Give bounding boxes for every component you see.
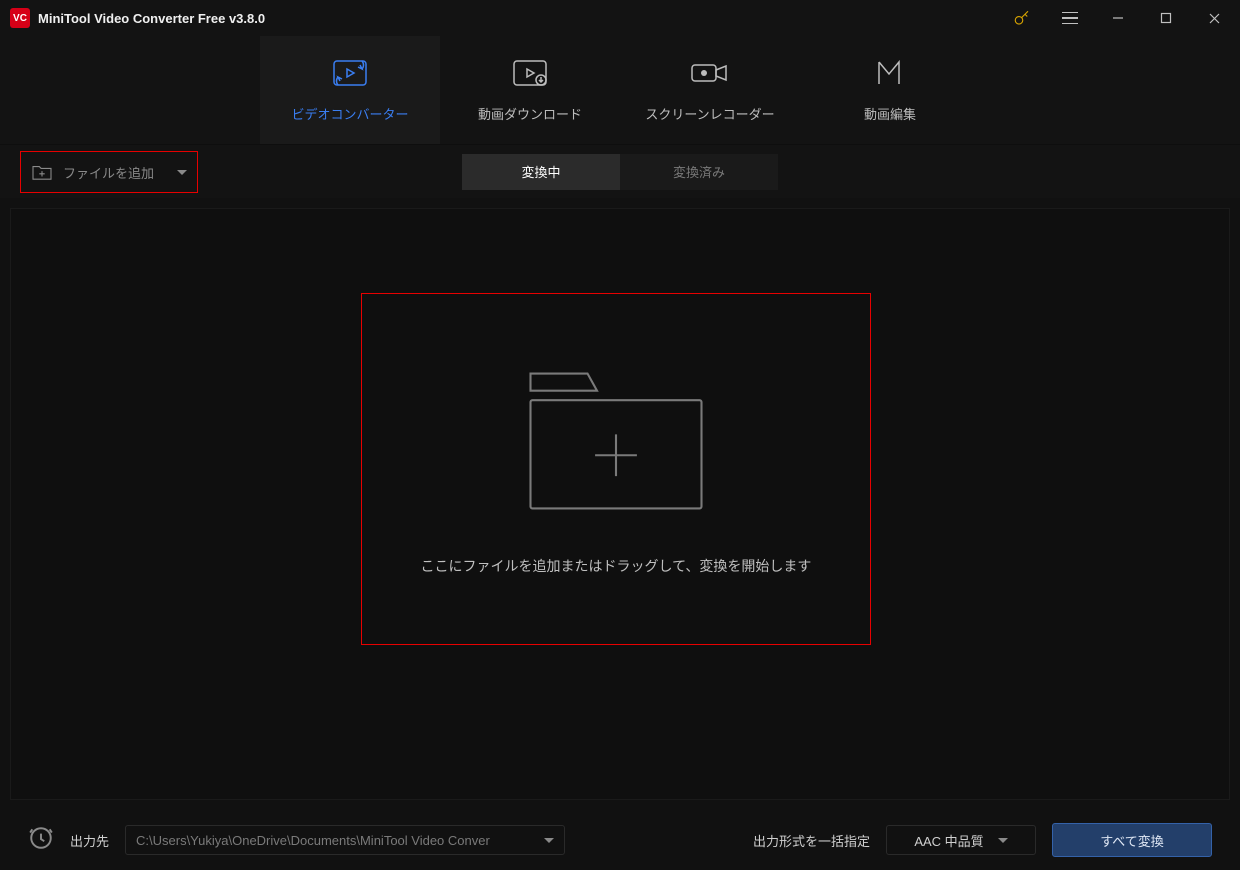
tab-screen-recorder[interactable]: スクリーンレコーダー [620,36,800,144]
chevron-down-icon [544,838,554,843]
tab-converted[interactable]: 変換済み [620,154,778,190]
key-icon[interactable] [998,0,1046,36]
tab-video-download[interactable]: 動画ダウンロード [440,36,620,144]
history-icon[interactable] [28,825,54,856]
dropzone-text: ここにファイルを追加またはドラッグして、変換を開始します [421,556,812,576]
recorder-icon [690,58,730,88]
edit-icon [875,58,905,88]
hamburger-icon[interactable] [1046,0,1094,36]
conversion-tabs: 変換中 変換済み [462,154,778,190]
maximize-button[interactable] [1142,0,1190,36]
tab-video-edit[interactable]: 動画編集 [800,36,980,144]
main-area: ここにファイルを追加またはドラッグして、変換を開始します [10,208,1230,800]
output-format-label: 出力形式を一括指定 [753,831,870,850]
close-button[interactable] [1190,0,1238,36]
titlebar: VC MiniTool Video Converter Free v3.8.0 [0,0,1240,36]
chevron-down-icon [177,170,187,175]
add-file-button[interactable]: ファイルを追加 [20,151,198,193]
download-icon [512,58,548,88]
minimize-button[interactable] [1094,0,1142,36]
app-title: MiniTool Video Converter Free v3.8.0 [38,11,265,26]
convert-all-button[interactable]: すべて変換 [1052,823,1212,857]
chevron-down-icon [998,838,1008,843]
tab-label: スクリーンレコーダー [645,104,774,123]
output-dir-label: 出力先 [70,831,109,850]
app-logo-icon: VC [10,8,30,28]
tab-label: 動画ダウンロード [478,104,582,123]
add-file-label: ファイルを追加 [63,163,177,182]
tab-label: 動画編集 [864,104,916,123]
top-nav: ビデオコンバーター 動画ダウンロード スクリーンレコーダー 動画編集 [0,36,1240,144]
tab-video-converter[interactable]: ビデオコンバーター [260,36,440,144]
tab-converting[interactable]: 変換中 [462,154,620,190]
dropzone[interactable]: ここにファイルを追加またはドラッグして、変換を開始します [361,293,871,645]
folder-plus-icon [521,362,711,520]
sub-bar: ファイルを追加 変換中 変換済み [0,144,1240,198]
tab-label: ビデオコンバーター [291,104,408,123]
add-folder-icon [31,163,53,181]
output-path-value: C:\Users\Yukiya\OneDrive\Documents\MiniT… [136,833,536,848]
output-format-select[interactable]: AAC 中品質 [886,825,1036,855]
output-format-value: AAC 中品質 [914,831,983,850]
bottom-bar: 出力先 C:\Users\Yukiya\OneDrive\Documents\M… [0,810,1240,870]
convert-icon [332,58,368,88]
output-path-select[interactable]: C:\Users\Yukiya\OneDrive\Documents\MiniT… [125,825,565,855]
